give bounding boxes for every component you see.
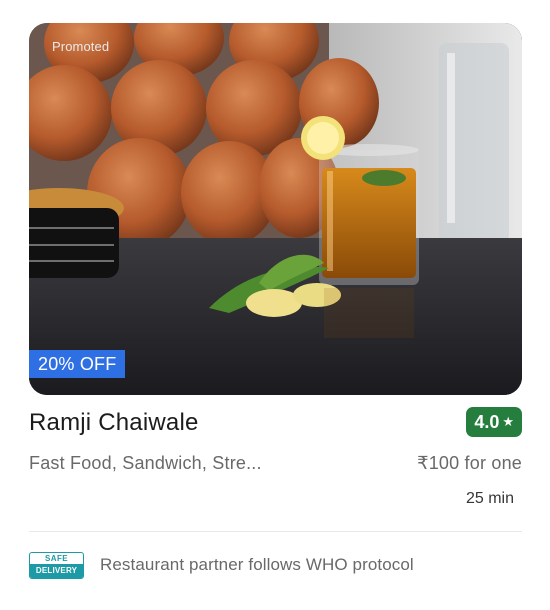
restaurant-image[interactable]: Promoted 20% OFF <box>29 23 522 395</box>
delivery-time: 25 min <box>465 490 514 507</box>
restaurant-card[interactable]: Promoted 20% OFF Ramji Chaiwale 4.0 ★ Fa… <box>0 0 550 610</box>
safe-badge-bottom: DELIVERY <box>30 564 83 578</box>
safe-badge-top: SAFE <box>45 554 68 563</box>
promoted-label: Promoted <box>52 39 110 54</box>
safety-info: SAFE DELIVERY Restaurant partner follows… <box>29 551 522 581</box>
divider <box>29 531 522 532</box>
title-row: Ramji Chaiwale 4.0 ★ <box>29 405 522 441</box>
safety-text: Restaurant partner follows WHO protocol <box>100 555 414 574</box>
price-for-one: ₹100 for one <box>417 453 522 473</box>
rating-badge: 4.0 ★ <box>466 407 522 437</box>
cuisine-list: Fast Food, Sandwich, Stre... <box>29 453 262 473</box>
safe-delivery-icon: SAFE DELIVERY <box>29 552 84 579</box>
restaurant-name[interactable]: Ramji Chaiwale <box>29 409 199 437</box>
star-icon: ★ <box>502 414 514 429</box>
details-row: Fast Food, Sandwich, Stre... ₹100 for on… <box>29 451 522 477</box>
rating-value: 4.0 <box>474 412 500 432</box>
offer-badge: 20% OFF <box>29 350 126 378</box>
food-photo <box>29 23 522 395</box>
